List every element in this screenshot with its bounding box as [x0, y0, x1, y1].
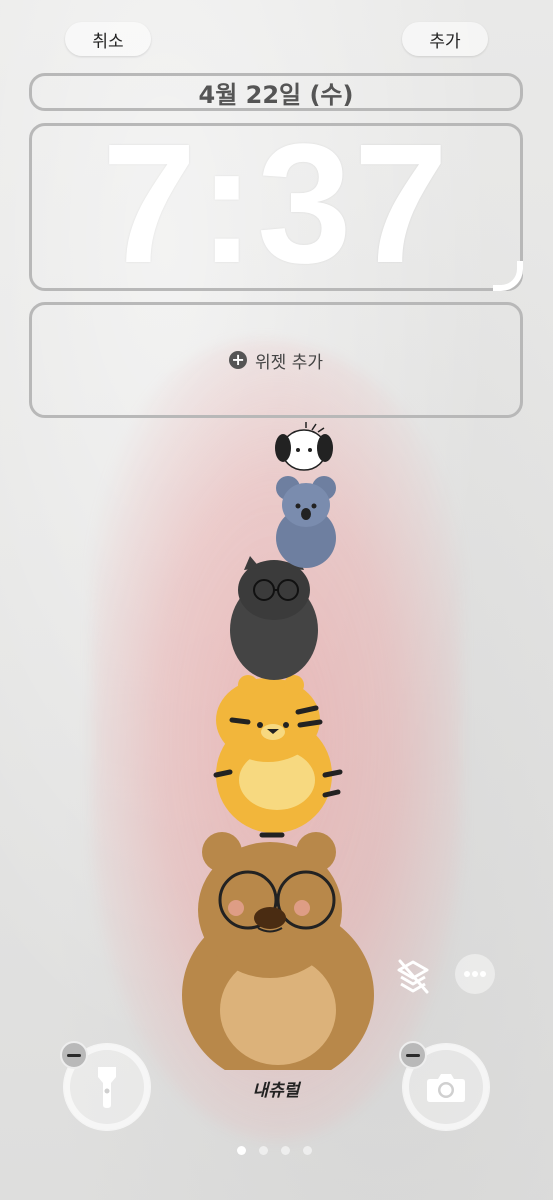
puppy-character	[275, 422, 333, 471]
add-widget-area[interactable]: + 위젯 추가	[29, 302, 523, 418]
add-button[interactable]: 추가	[402, 22, 488, 56]
page-dot[interactable]	[259, 1146, 268, 1155]
remove-camera-button[interactable]	[399, 1041, 427, 1069]
wallpaper-signature: 내츄럴	[252, 1081, 300, 1101]
wallpaper-characters	[182, 422, 374, 1070]
koala-character	[276, 476, 336, 568]
layers-slash-icon	[397, 959, 429, 994]
camera-icon	[427, 1074, 465, 1102]
flashlight-icon	[98, 1067, 116, 1108]
page-dot[interactable]	[281, 1146, 290, 1155]
more-options-button[interactable]	[455, 954, 495, 994]
date-label: 4월 22일 (수)	[198, 80, 354, 109]
black-cat-character	[230, 556, 318, 680]
lock-screen-editor: 취소 추가 4월 22일 (수) 7:37 + 위젯 추가 내츄럴	[0, 0, 553, 1200]
page-dot[interactable]	[303, 1146, 312, 1155]
ellipsis-icon	[464, 971, 486, 977]
cancel-button[interactable]: 취소	[65, 22, 151, 56]
bear-character	[182, 832, 374, 1070]
clock-widget[interactable]: 7:37	[29, 119, 523, 291]
minus-icon	[406, 1053, 420, 1057]
plus-circle-icon: +	[229, 351, 248, 369]
depth-effect-button[interactable]	[391, 954, 435, 998]
page-dot[interactable]	[237, 1146, 246, 1155]
clock-time: 7:37	[101, 109, 451, 299]
date-widget[interactable]: 4월 22일 (수)	[29, 73, 523, 111]
minus-icon	[67, 1053, 81, 1057]
tiger-character	[213, 675, 343, 838]
add-widget-label: 위젯 추가	[255, 352, 323, 373]
remove-flashlight-button[interactable]	[60, 1041, 88, 1069]
page-indicator[interactable]	[237, 1146, 312, 1155]
